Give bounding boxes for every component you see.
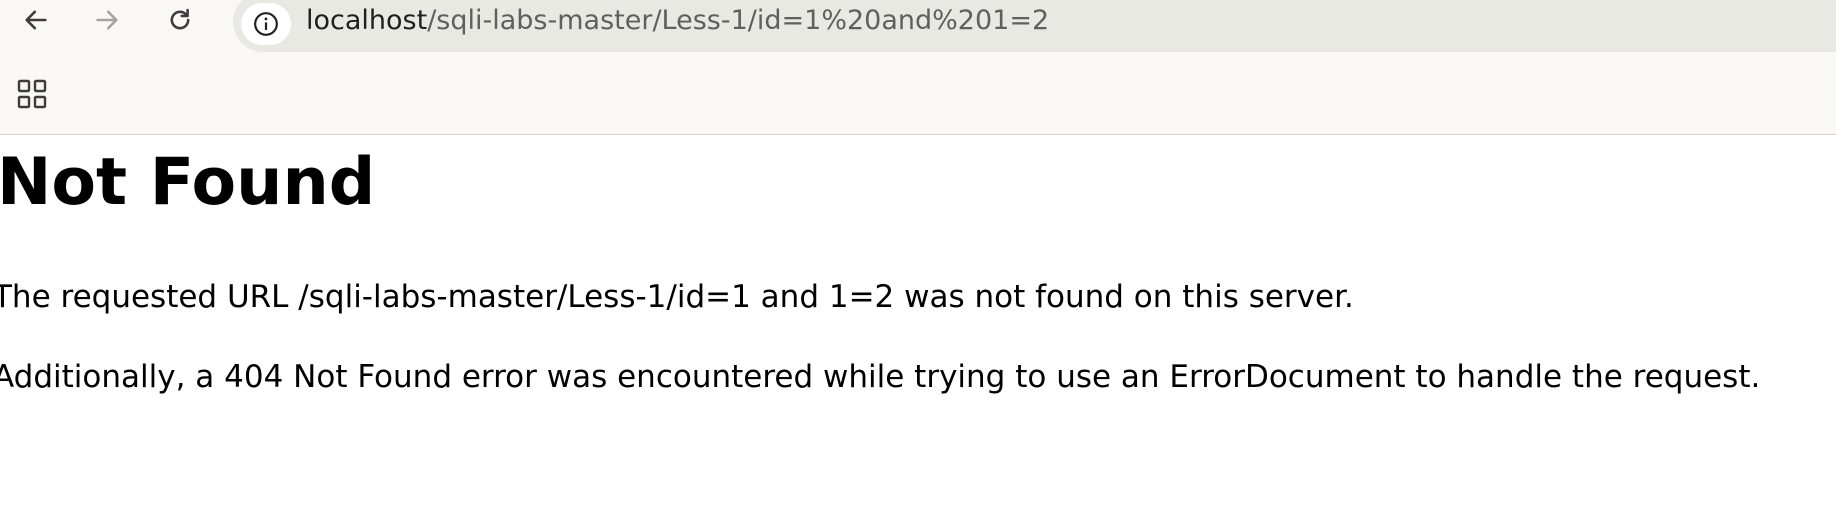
url-text[interactable]: localhost/sqli-labs-master/Less-1/id=1%2… xyxy=(306,1,1049,41)
reload-icon xyxy=(170,8,190,30)
url-host: localhost xyxy=(306,5,428,36)
apps-button[interactable] xyxy=(12,74,52,114)
url-path: /sqli-labs-master/Less-1/id=1%20and%201=… xyxy=(427,5,1050,36)
apps-grid-icon xyxy=(17,79,47,109)
arrow-left-icon xyxy=(25,10,47,30)
forward-button[interactable] xyxy=(85,0,129,40)
site-info-button[interactable] xyxy=(241,3,291,45)
page-title: Not Found xyxy=(0,145,376,220)
info-icon xyxy=(254,12,278,36)
browser-toolbar: localhost/sqli-labs-master/Less-1/id=1%2… xyxy=(0,0,1836,135)
additional-error-message: Additionally, a 404 Not Found error was … xyxy=(0,359,1761,395)
back-button[interactable] xyxy=(14,0,58,40)
address-bar[interactable]: localhost/sqli-labs-master/Less-1/id=1%2… xyxy=(233,0,1836,52)
error-message: The requested URL /sqli-labs-master/Less… xyxy=(0,279,1354,315)
reload-button[interactable] xyxy=(158,0,202,40)
arrow-right-icon xyxy=(96,10,118,30)
